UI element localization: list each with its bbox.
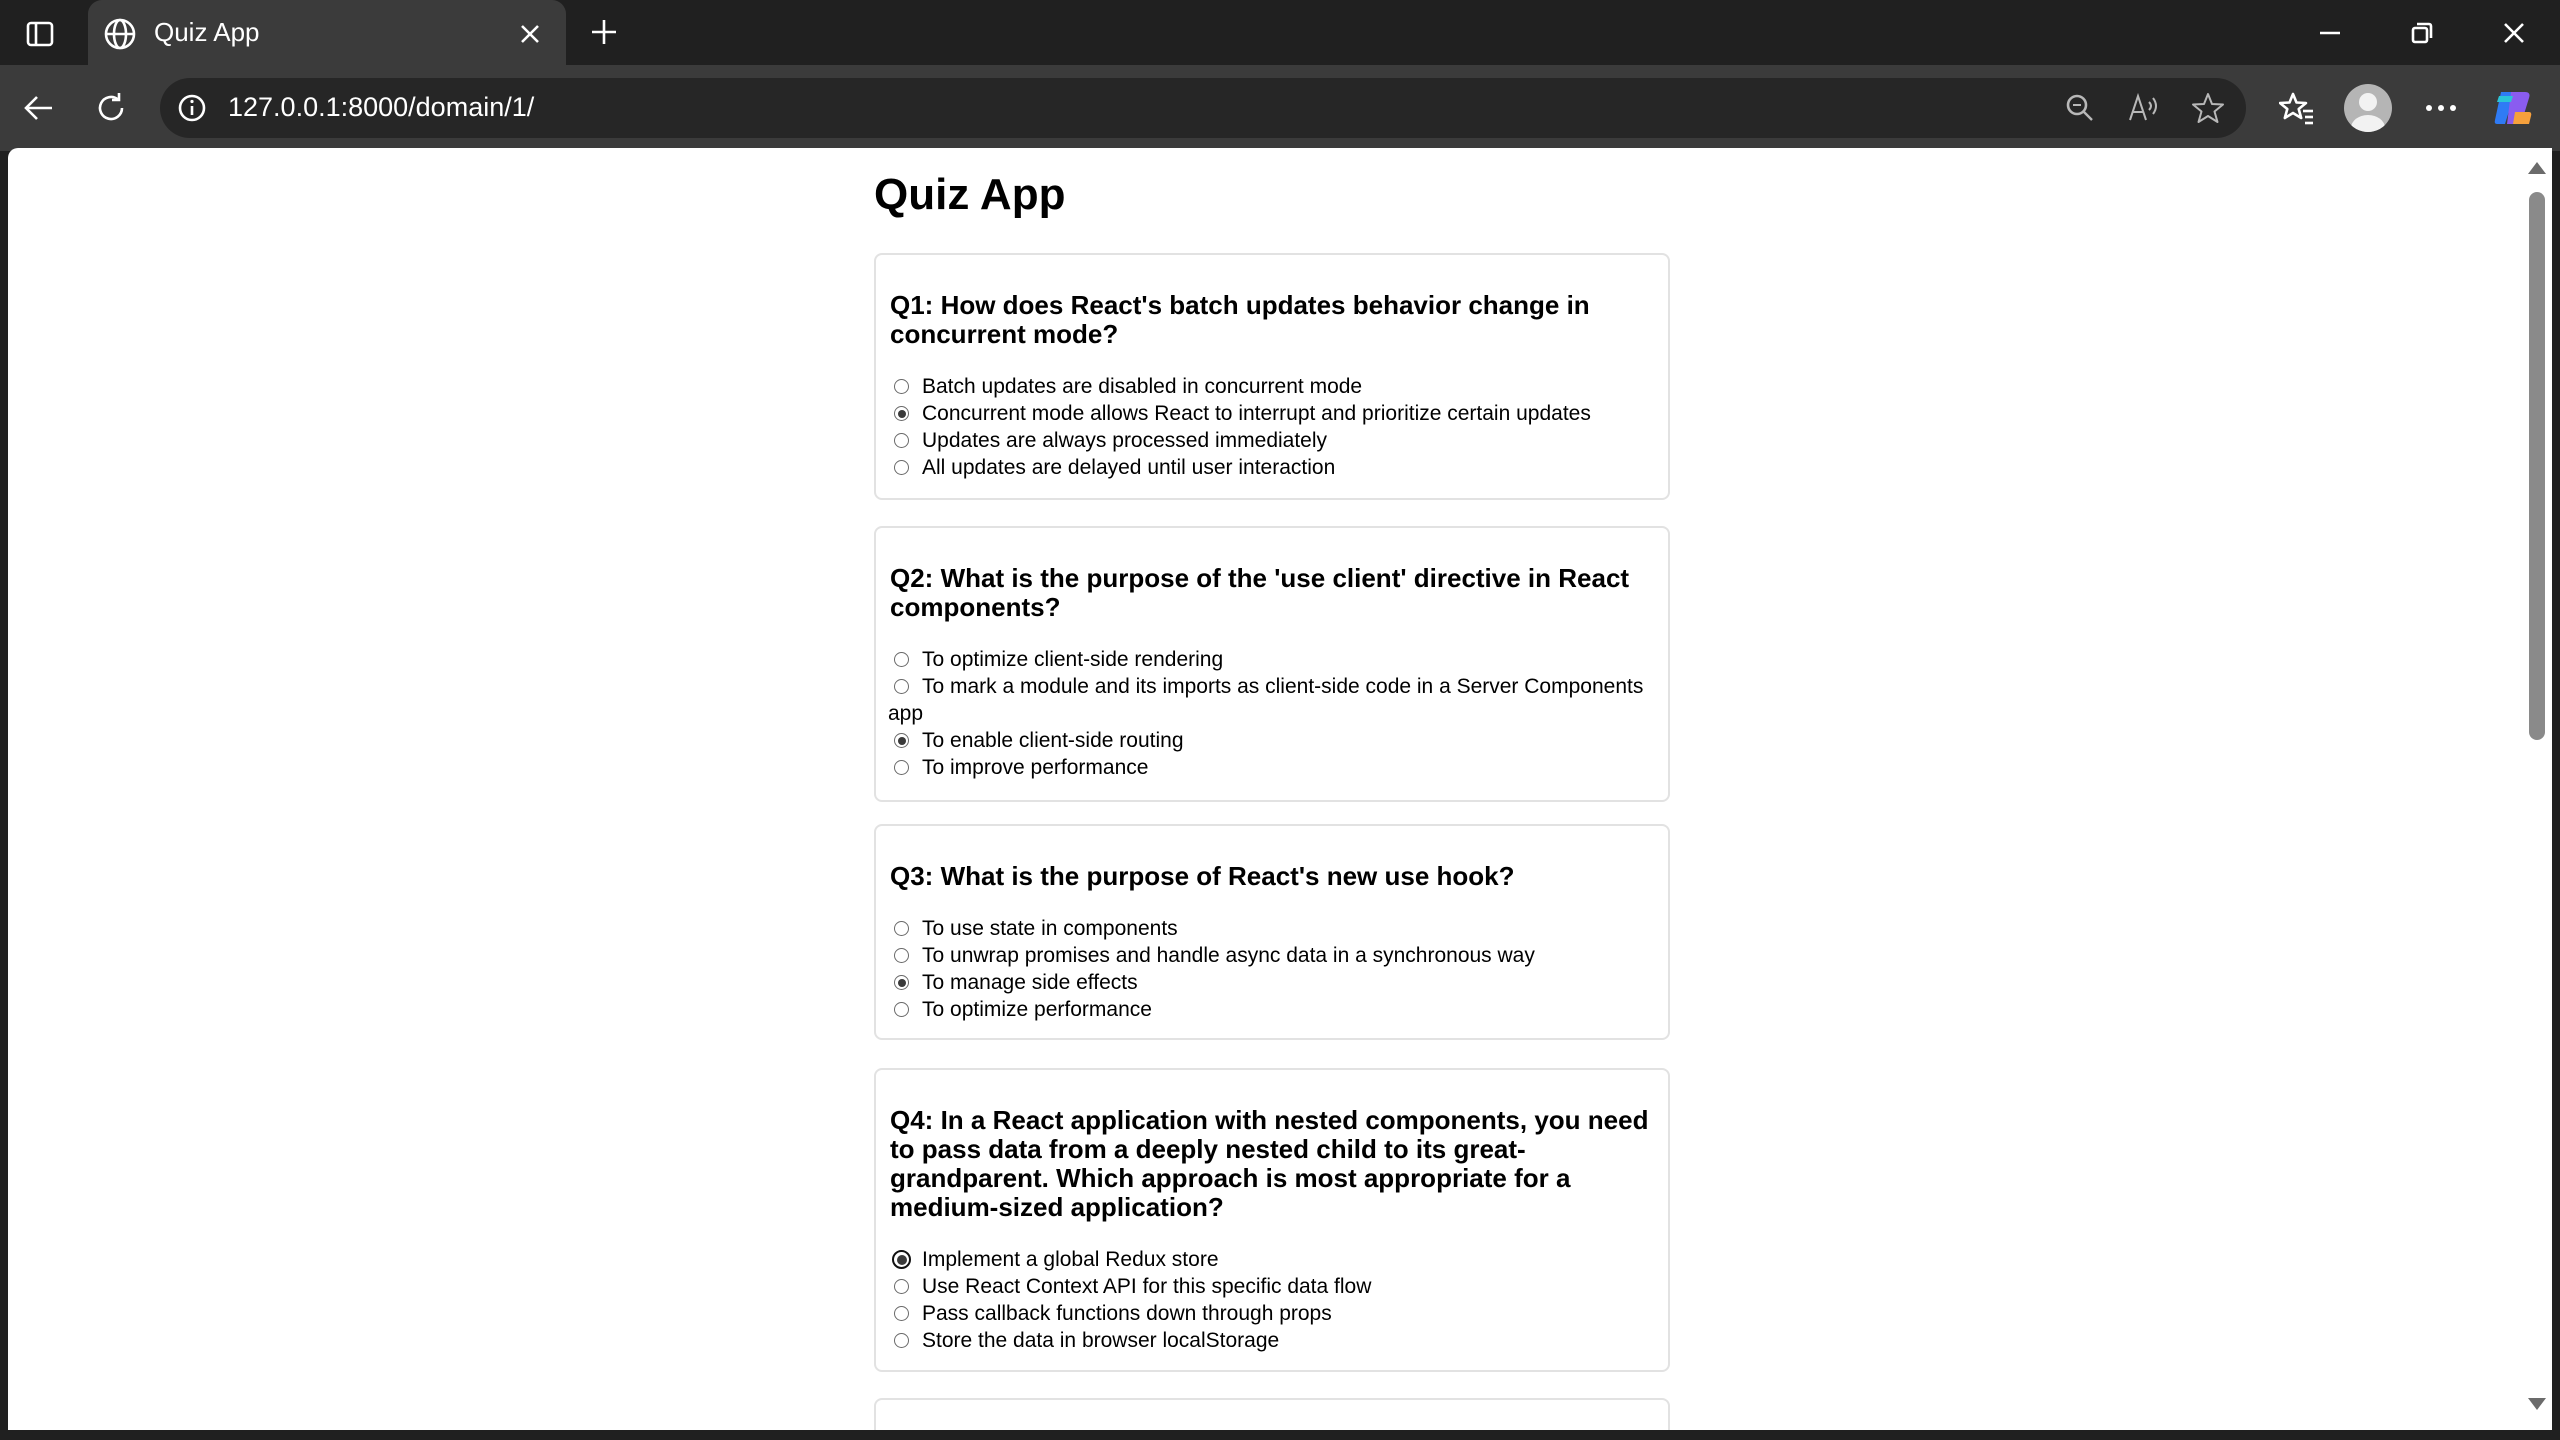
answer-option[interactable]: To unwrap promises and handle async data…	[888, 942, 1654, 969]
scrollbar-thumb[interactable]	[2529, 192, 2545, 740]
new-tab-plus-icon[interactable]	[584, 12, 624, 52]
answer-option[interactable]: Pass callback functions down through pro…	[888, 1300, 1654, 1327]
refresh-icon[interactable]	[88, 85, 134, 131]
radio-button[interactable]	[894, 652, 909, 667]
radio-button[interactable]	[894, 460, 909, 475]
answer-option[interactable]: To use state in components	[888, 915, 1654, 942]
radio-button-selected[interactable]	[894, 975, 909, 990]
radio-button[interactable]	[894, 1002, 909, 1017]
answer-option[interactable]: To optimize performance	[888, 996, 1654, 1023]
answer-option[interactable]: To improve performance	[888, 754, 1654, 781]
back-arrow-icon[interactable]	[16, 85, 62, 131]
tab-title: Quiz App	[154, 17, 260, 47]
answer-option[interactable]: To manage side effects	[888, 969, 1654, 996]
minimize-icon[interactable]	[2306, 10, 2354, 56]
radio-button[interactable]	[894, 760, 909, 775]
answer-option[interactable]: To optimize client-side rendering	[888, 646, 1654, 673]
navigation-bar: 127.0.0.1:8000/domain/1/	[0, 65, 2560, 151]
restore-icon[interactable]	[2398, 10, 2446, 56]
page-title: Quiz App	[874, 170, 1066, 219]
question-text: Q3: What is the purpose of React's new u…	[890, 861, 1515, 891]
info-icon[interactable]	[176, 92, 208, 124]
radio-button[interactable]	[894, 948, 909, 963]
star-icon[interactable]	[2188, 88, 2228, 128]
radio-button[interactable]	[894, 921, 909, 936]
question-text: Q4: In a React application with nested c…	[890, 1105, 1649, 1222]
zoom-out-icon[interactable]	[2060, 88, 2100, 128]
answer-option[interactable]: Use React Context API for this specific …	[888, 1273, 1654, 1300]
radio-button[interactable]	[894, 433, 909, 448]
answer-option[interactable]: Concurrent mode allows React to interrup…	[888, 400, 1654, 427]
answer-option[interactable]: To enable client-side routing	[888, 727, 1654, 754]
copilot-icon[interactable]	[2490, 85, 2536, 131]
scroll-down-arrow-icon[interactable]	[2528, 1398, 2546, 1410]
radio-button[interactable]	[894, 1306, 909, 1321]
scroll-up-arrow-icon[interactable]	[2528, 162, 2546, 174]
globe-icon	[102, 16, 138, 52]
answer-option[interactable]: Updates are always processed immediately	[888, 427, 1654, 454]
address-bar[interactable]: 127.0.0.1:8000/domain/1/	[160, 78, 2246, 138]
radio-button[interactable]	[894, 679, 909, 694]
answer-option[interactable]: Store the data in browser localStorage	[888, 1327, 1654, 1354]
question-card-4: Q4: In a React application with nested c…	[874, 1068, 1670, 1372]
radio-button[interactable]	[894, 1333, 909, 1348]
tab-actions-icon[interactable]	[20, 14, 60, 54]
favorites-icon[interactable]	[2274, 85, 2320, 131]
vertical-scrollbar[interactable]	[2522, 148, 2552, 1430]
radio-button-selected[interactable]	[894, 406, 909, 421]
radio-button-selected[interactable]	[892, 1250, 911, 1269]
page-viewport: Quiz App Q1: How does React's batch upda…	[8, 148, 2522, 1430]
radio-button-selected[interactable]	[894, 733, 909, 748]
question-card-1: Q1: How does React's batch updates behav…	[874, 253, 1670, 500]
answer-option[interactable]: Batch updates are disabled in concurrent…	[888, 373, 1654, 400]
active-tab[interactable]: Quiz App	[88, 0, 566, 65]
question-text: Q2: What is the purpose of the 'use clie…	[890, 563, 1630, 622]
question-text: Q1: How does React's batch updates behav…	[890, 290, 1590, 349]
tab-strip: Quiz App	[0, 0, 2560, 65]
answer-option[interactable]: Implement a global Redux store	[888, 1246, 1654, 1273]
answer-option[interactable]: All updates are delayed until user inter…	[888, 454, 1654, 481]
answer-option[interactable]: To mark a module and its imports as clie…	[888, 673, 1654, 727]
avatar-icon[interactable]	[2344, 84, 2392, 132]
url-text[interactable]: 127.0.0.1:8000/domain/1/	[228, 92, 534, 123]
question-card-3: Q3: What is the purpose of React's new u…	[874, 824, 1670, 1040]
more-icon[interactable]	[2418, 85, 2464, 131]
radio-button[interactable]	[894, 1279, 909, 1294]
question-card-5	[874, 1398, 1670, 1430]
read-aloud-icon[interactable]	[2124, 88, 2164, 128]
close-window-icon[interactable]	[2490, 10, 2538, 56]
close-tab-icon[interactable]	[512, 16, 548, 52]
radio-button[interactable]	[894, 379, 909, 394]
question-card-2: Q2: What is the purpose of the 'use clie…	[874, 526, 1670, 802]
